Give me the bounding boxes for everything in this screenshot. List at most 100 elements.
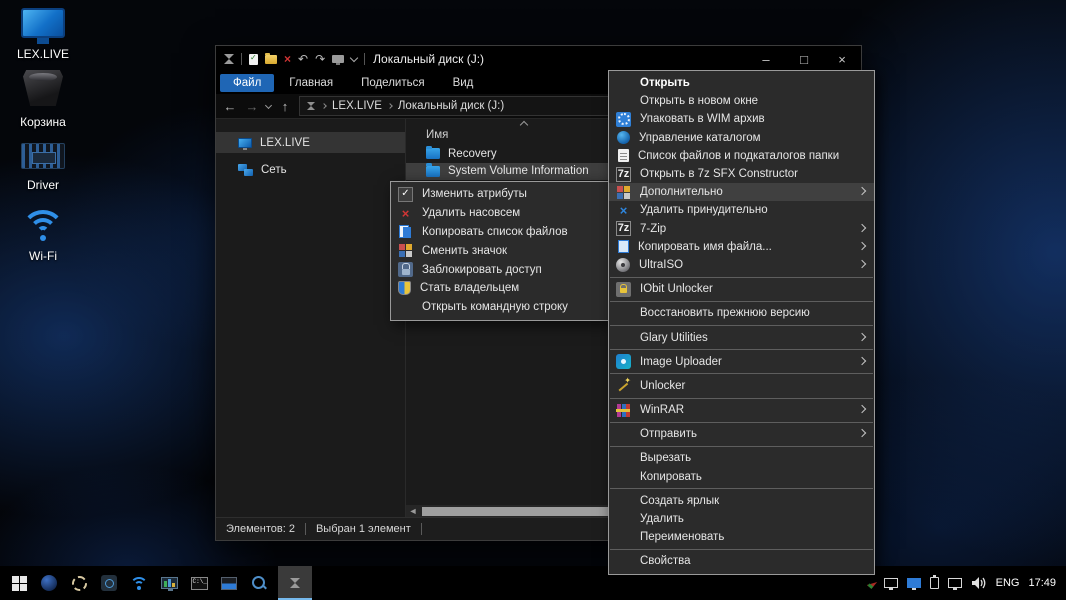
tab-home[interactable]: Главная	[276, 74, 346, 92]
menu-item-7zip[interactable]: 7z 7-Zip	[609, 220, 874, 238]
menu-item-copy[interactable]: Копировать	[609, 468, 874, 486]
menu-item-delete[interactable]: Удалить	[609, 510, 874, 528]
taskbar-app-display[interactable]	[214, 566, 244, 600]
chevron-right-icon	[858, 332, 866, 340]
up-button[interactable]: ↑	[277, 99, 293, 114]
menu-item-copy-filename[interactable]: Копировать имя файла...	[609, 238, 874, 256]
menu-item-rename[interactable]: Переименовать	[609, 528, 874, 546]
quick-access-toolbar: × ↶ ↷	[216, 53, 365, 65]
clock-app-icon	[101, 575, 117, 591]
display-tray-icon[interactable]	[907, 578, 921, 588]
menu-item-open[interactable]: Открыть	[609, 74, 874, 92]
menu-separator	[610, 488, 873, 489]
desktop-icon-lexlive[interactable]: LEX.LIVE	[0, 8, 86, 61]
7z-icon: 7z	[616, 221, 631, 236]
properties-icon[interactable]	[249, 54, 258, 65]
tab-share[interactable]: Поделиться	[348, 74, 438, 92]
ethernet-monitor-icon[interactable]	[948, 578, 962, 588]
menu-item-glary-utilities[interactable]: Glary Utilities	[609, 328, 874, 346]
menu-item-create-shortcut[interactable]: Создать ярлык	[609, 492, 874, 510]
menu-item-open-new-window[interactable]: Открыть в новом окне	[609, 92, 874, 110]
tray-app-arrow-icon[interactable]	[866, 578, 876, 589]
chevron-right-icon	[858, 223, 866, 231]
menu-item-ultraiso[interactable]: UltraISO	[609, 256, 874, 274]
tab-view[interactable]: Вид	[440, 74, 487, 92]
menu-separator	[610, 277, 873, 278]
submenu-item-delete-permanently[interactable]: × Удалить насовсем	[391, 204, 609, 223]
menu-item-pack-wim-archive[interactable]: Упаковать в WIM архив	[609, 110, 874, 128]
menu-item-unlocker[interactable]: Unlocker	[609, 377, 874, 395]
undo-icon[interactable]: ↶	[298, 53, 308, 65]
desktop-icon-recycle-bin[interactable]: Корзина	[0, 70, 86, 129]
taskbar-app-file-manager-active[interactable]	[278, 566, 312, 600]
speaker-icon[interactable]	[971, 576, 987, 590]
desktop-icon-wifi[interactable]: Wi-Fi	[0, 210, 86, 263]
menu-item-force-delete[interactable]: × Удалить принудительно	[609, 201, 874, 219]
system-monitor-icon	[161, 577, 178, 589]
new-folder-icon[interactable]	[265, 55, 277, 64]
minimize-button[interactable]: –	[747, 46, 785, 72]
menu-item-properties[interactable]: Свойства	[609, 552, 874, 570]
qat-dropdown-icon[interactable]	[350, 53, 358, 61]
submenu-item-change-icon[interactable]: Сменить значок	[391, 241, 609, 260]
submenu-item-lock-access[interactable]: Заблокировать доступ	[391, 260, 609, 279]
maximize-button[interactable]: □	[785, 46, 823, 72]
taskbar-app-ring[interactable]	[64, 566, 94, 600]
blue-x-icon: ×	[616, 203, 631, 218]
menu-separator	[610, 422, 873, 423]
color-squares-icon	[616, 185, 631, 200]
breadcrumb-segment[interactable]: Локальный диск (J:)	[398, 100, 504, 112]
menu-item-winrar[interactable]: WinRAR	[609, 401, 874, 419]
history-dropdown-icon[interactable]	[265, 101, 272, 108]
network-icon	[238, 164, 253, 176]
clock[interactable]: 17:49	[1028, 577, 1056, 589]
back-button[interactable]: ←	[222, 99, 238, 114]
taskbar-app-magnifier[interactable]	[244, 566, 274, 600]
menu-item-advanced[interactable]: Дополнительно	[609, 183, 874, 201]
menu-item-send-to[interactable]: Отправить	[609, 425, 874, 443]
menu-item-restore-previous-version[interactable]: Восстановить прежнюю версию	[609, 304, 874, 322]
usb-icon[interactable]	[930, 577, 939, 589]
start-button[interactable]	[4, 566, 34, 600]
redo-icon[interactable]: ↷	[315, 53, 325, 65]
submenu-item-take-ownership[interactable]: Стать владельцем	[391, 279, 609, 298]
circuit-board-icon	[21, 143, 65, 169]
nav-item-network[interactable]: Сеть	[216, 159, 405, 180]
computer-icon	[21, 8, 65, 38]
nav-item-lexlive[interactable]: LEX.LIVE	[216, 132, 405, 153]
delete-icon[interactable]: ×	[284, 53, 291, 65]
desktop-icon-driver[interactable]: Driver	[0, 143, 86, 192]
navigation-pane: LEX.LIVE Сеть	[216, 119, 406, 517]
scroll-left-icon[interactable]: ◄	[406, 505, 420, 517]
shield-icon	[398, 281, 411, 295]
menu-item-open-7z-sfx-constructor[interactable]: 7z Открыть в 7z SFX Constructor	[609, 165, 874, 183]
taskbar-app-cmd[interactable]: C:\_	[184, 566, 214, 600]
system-tray: ENG 17:49	[869, 576, 1066, 590]
language-indicator[interactable]: ENG	[996, 577, 1020, 589]
folder-icon	[426, 148, 440, 159]
menu-item-image-uploader[interactable]: Image Uploader	[609, 353, 874, 371]
rename-icon[interactable]	[332, 55, 344, 63]
taskbar-app-clock[interactable]	[94, 566, 124, 600]
submenu-item-open-command-prompt[interactable]: Открыть командную строку	[391, 298, 609, 317]
menu-item-iobit-unlocker[interactable]: IObit Unlocker	[609, 280, 874, 298]
breadcrumb-segment[interactable]: LEX.LIVE	[332, 100, 382, 112]
network-monitor-icon[interactable]	[884, 578, 898, 588]
taskbar-app-system-monitor[interactable]	[154, 566, 184, 600]
menu-separator	[610, 373, 873, 374]
forward-button[interactable]: →	[244, 99, 260, 114]
menu-separator	[610, 301, 873, 302]
magic-wand-icon	[616, 378, 631, 393]
taskbar-app-sphere[interactable]	[34, 566, 64, 600]
menu-item-cut[interactable]: Вырезать	[609, 449, 874, 467]
taskbar-app-wifi[interactable]	[124, 566, 154, 600]
tab-file[interactable]: Файл	[220, 74, 274, 92]
menu-item-file-and-subfolder-list[interactable]: Список файлов и подкаталогов папки	[609, 147, 874, 165]
submenu-item-change-attributes[interactable]: ✓ Изменить атрибуты	[391, 185, 609, 204]
menu-item-manage-catalog[interactable]: Управление каталогом	[609, 129, 874, 147]
close-button[interactable]: ×	[823, 46, 861, 72]
menu-separator	[610, 325, 873, 326]
title-bar: × ↶ ↷ Локальный диск (J:) – □ ×	[216, 46, 861, 72]
ring-app-icon	[72, 576, 87, 591]
submenu-item-copy-file-list[interactable]: Копировать список файлов	[391, 223, 609, 242]
